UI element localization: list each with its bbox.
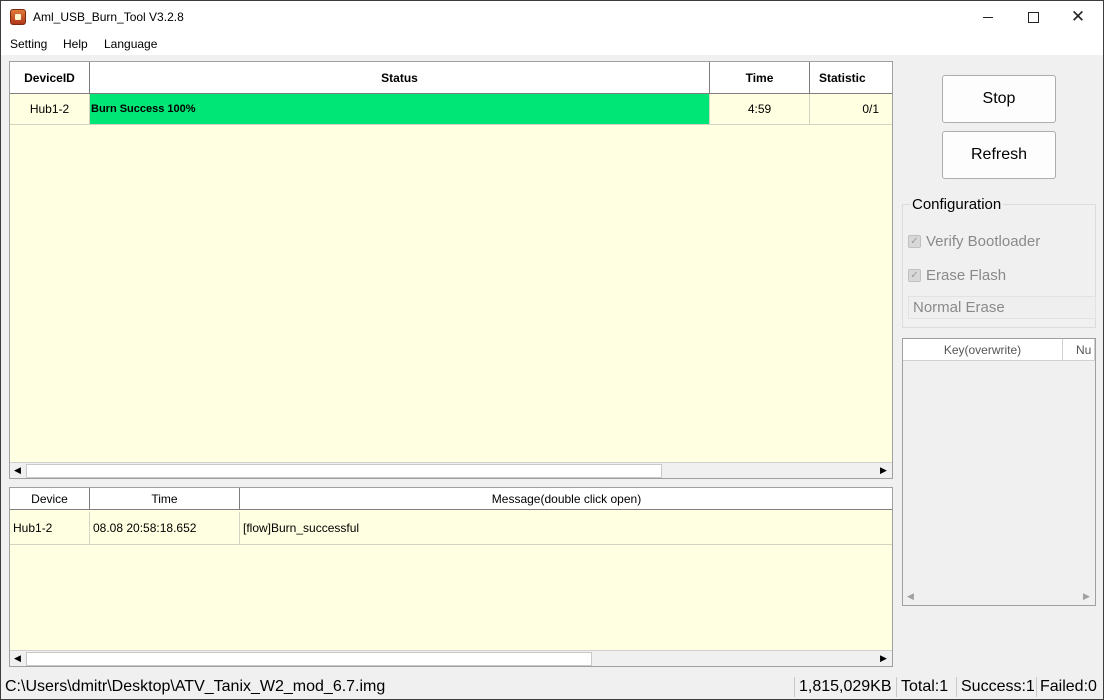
menu-setting[interactable]: Setting	[10, 37, 47, 51]
cell-status-progress: Burn Success 100%	[90, 94, 710, 125]
col-header-num[interactable]: Nu	[1063, 339, 1095, 361]
menu-bar: Setting Help Language	[1, 33, 1103, 55]
app-window: Aml_USB_Burn_Tool V3.2.8 ✕ Setting Help …	[0, 0, 1104, 700]
image-path: C:\Users\dmitr\Desktop\ATV_Tanix_W2_mod_…	[5, 678, 386, 695]
cell-statistic: 0/1	[810, 94, 892, 125]
menu-language[interactable]: Language	[104, 37, 157, 51]
close-icon: ✕	[1070, 7, 1086, 26]
status-divider	[896, 677, 897, 697]
log-grid: Device Time Message(double click open) H…	[9, 487, 893, 667]
erase-flash-checkbox[interactable]: ✓ Erase Flash	[908, 267, 1006, 284]
cell-device-id: Hub1-2	[10, 94, 90, 125]
col-header-message[interactable]: Message(double click open)	[240, 488, 892, 510]
scroll-right-icon[interactable]: ▶	[1083, 591, 1090, 602]
app-icon	[10, 9, 26, 25]
stop-button[interactable]: Stop	[942, 75, 1056, 123]
maximize-icon	[1027, 11, 1039, 23]
status-divider	[956, 677, 957, 697]
col-header-log-time[interactable]: Time	[90, 488, 240, 510]
menu-help[interactable]: Help	[63, 37, 88, 51]
verify-bootloader-checkbox[interactable]: ✓ Verify Bootloader	[908, 233, 1040, 250]
success-count: Success:1	[961, 678, 1035, 695]
refresh-button[interactable]: Refresh	[942, 131, 1056, 179]
col-header-status[interactable]: Status	[90, 62, 710, 94]
close-button[interactable]: ✕	[1055, 1, 1101, 33]
status-divider	[1036, 677, 1037, 697]
key-list-hscrollbar[interactable]: ◀ ▶	[903, 589, 1095, 605]
image-size: 1,815,029KB	[799, 678, 892, 695]
col-header-key[interactable]: Key(overwrite)	[903, 339, 1063, 361]
col-header-statistic[interactable]: Statistic	[810, 62, 892, 94]
maximize-button[interactable]	[1010, 1, 1056, 33]
checkbox-checked-icon: ✓	[908, 235, 921, 248]
scroll-left-icon[interactable]: ◀	[907, 591, 914, 602]
failed-count: Failed:0	[1040, 678, 1097, 695]
scroll-thumb[interactable]	[26, 652, 592, 666]
scroll-right-icon[interactable]: ▶	[880, 465, 887, 476]
window-title: Aml_USB_Burn_Tool V3.2.8	[33, 10, 184, 24]
total-count: Total:1	[901, 678, 949, 695]
log-cell-time: 08.08 20:58:18.652	[90, 512, 240, 545]
log-cell-message: [flow]Burn_successful	[240, 512, 892, 545]
scroll-right-icon[interactable]: ▶	[880, 653, 887, 664]
scroll-left-icon[interactable]: ◀	[14, 653, 21, 664]
configuration-title: Configuration	[910, 196, 1004, 213]
device-grid: DeviceID Status Time Statistic Hub1-2 Bu…	[9, 61, 893, 479]
checkbox-checked-icon: ✓	[908, 269, 921, 282]
erase-flash-label: Erase Flash	[926, 267, 1007, 284]
minimize-icon	[983, 16, 993, 18]
erase-mode-select[interactable]: Normal Erase	[908, 296, 1096, 319]
verify-bootloader-label: Verify Bootloader	[926, 233, 1041, 250]
cell-time: 4:59	[710, 94, 810, 125]
scroll-left-icon[interactable]: ◀	[14, 465, 21, 476]
minimize-button[interactable]	[965, 1, 1011, 33]
key-list: Key(overwrite) Nu ◀ ▶	[902, 338, 1096, 606]
col-header-time[interactable]: Time	[710, 62, 810, 94]
col-header-deviceid[interactable]: DeviceID	[10, 62, 90, 94]
col-header-device[interactable]: Device	[10, 488, 90, 510]
device-grid-hscrollbar[interactable]: ◀ ▶	[10, 462, 892, 478]
status-bar: C:\Users\dmitr\Desktop\ATV_Tanix_W2_mod_…	[1, 675, 1103, 699]
log-grid-hscrollbar[interactable]: ◀ ▶	[10, 650, 892, 666]
log-cell-device: Hub1-2	[10, 512, 90, 545]
title-bar: Aml_USB_Burn_Tool V3.2.8 ✕	[1, 1, 1103, 33]
status-divider	[794, 677, 795, 697]
scroll-thumb[interactable]	[26, 464, 662, 478]
